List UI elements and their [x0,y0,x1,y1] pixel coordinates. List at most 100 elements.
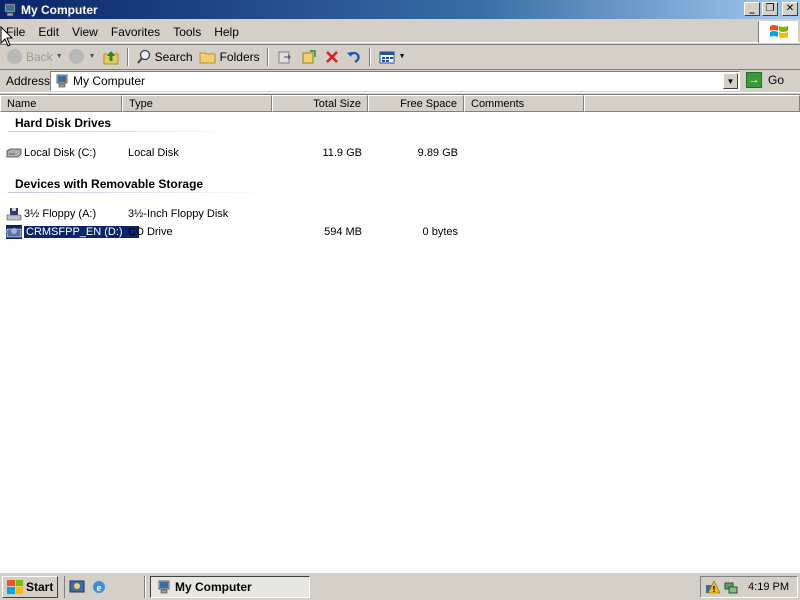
go-button[interactable]: → Go [746,72,784,88]
move-to-icon [278,51,291,63]
drive-type: 3½-Inch Floppy Disk [128,207,229,220]
start-label: Start [26,579,54,594]
undo-icon [346,51,360,63]
group-divider [8,192,272,193]
taskbar-separator [144,576,146,598]
up-button[interactable] [99,46,123,68]
task-button-my-computer[interactable]: My Computer [150,576,310,598]
toolbar-separator [266,47,269,66]
menu-favorites[interactable]: Favorites [105,25,167,39]
network-icon[interactable] [723,579,739,595]
back-dropdown-icon[interactable]: ▼ [56,53,63,60]
drive-row-d[interactable]: CRMSFPP_EN (D:) CD Drive 594 MB 0 bytes [4,223,564,240]
address-dropdown-button[interactable]: ▼ [723,73,738,89]
system-tray: ! 4:19 PM [700,576,798,598]
task-label: My Computer [175,580,252,594]
go-arrow-icon: → [746,72,762,88]
folder-up-icon [103,50,118,64]
file-list-view[interactable]: Name Type Total Size Free Space Comments… [0,94,800,572]
drive-total-size: 11.9 GB [322,146,362,159]
drive-total-size: 594 MB [324,225,362,238]
address-field[interactable]: My Computer ▼ [50,71,740,91]
show-desktop-icon[interactable] [69,579,85,595]
forward-dropdown-icon[interactable]: ▼ [89,53,96,60]
mouse-cursor-icon [0,26,14,47]
forward-button[interactable]: ▼ [66,46,99,68]
windows-logo-icon [758,21,798,43]
drive-free-space: 9.89 GB [417,146,458,159]
explorer-window: My Computer _ ❐ ✕ File Edit View Favorit… [0,0,800,572]
restore-button[interactable]: ❐ [762,2,778,16]
toolbar-separator [126,47,129,66]
delete-button[interactable] [321,46,343,68]
menu-tools[interactable]: Tools [167,25,208,39]
folders-label: Folders [219,49,260,64]
cd-drive-icon [6,224,22,239]
copy-to-button[interactable] [297,46,321,68]
drive-type: Local Disk [128,146,179,159]
standard-toolbar: Back ▼ ▼ Search Folders ▼ [0,44,800,68]
drive-free-space: 0 bytes [422,225,458,238]
svg-text:!: ! [712,585,716,594]
minimize-button[interactable]: _ [744,2,760,16]
column-header-filler [584,95,800,112]
address-value: My Computer [73,74,146,88]
column-header-type[interactable]: Type [122,95,272,112]
address-bar: Address My Computer ▼ → Go [0,69,800,93]
menu-edit[interactable]: Edit [32,25,66,39]
quick-launch: e [64,575,107,598]
menu-help[interactable]: Help [208,25,246,39]
menu-view[interactable]: View [66,25,105,39]
column-header-comments[interactable]: Comments [464,95,584,112]
column-header-free-space[interactable]: Free Space [368,95,464,112]
folders-button[interactable]: Folders [196,46,263,68]
restore-icon: ❐ [765,3,775,14]
column-header-name[interactable]: Name [0,95,122,112]
window-controls: _ ❐ ✕ [744,2,798,16]
drive-row-c[interactable]: Local Disk (C:) Local Disk 11.9 GB 9.89 … [4,144,564,161]
close-icon: ✕ [785,3,795,14]
undo-button[interactable] [343,46,365,68]
drive-row-a[interactable]: 3½ Floppy (A:) 3½-Inch Floppy Disk [4,205,564,222]
title-bar[interactable]: My Computer _ ❐ ✕ [0,0,800,19]
chevron-down-icon: ▼ [726,76,735,86]
back-arrow-icon [7,49,22,64]
my-computer-icon [4,3,16,16]
views-button[interactable]: ▼ [375,46,409,68]
start-button[interactable]: Start [2,575,59,598]
clock[interactable]: 4:19 PM [748,581,789,593]
group-title-hard-disks: Hard Disk Drives [15,116,112,130]
close-button[interactable]: ✕ [782,2,798,16]
column-header-total-size[interactable]: Total Size [272,95,368,112]
floppy-drive-icon [6,207,22,221]
internet-explorer-icon[interactable]: e [91,579,107,595]
drive-type: CD Drive [128,225,173,238]
my-computer-icon [158,580,170,594]
search-button[interactable]: Search [133,46,196,68]
column-headers: Name Type Total Size Free Space Comments [0,95,800,112]
folders-icon [199,52,215,63]
move-to-button[interactable] [273,46,297,68]
views-dropdown-icon[interactable]: ▼ [399,53,406,60]
drive-name: CRMSFPP_EN (D:) [23,224,140,239]
back-label: Back [26,49,53,64]
my-computer-icon [56,74,68,88]
toolbar-separator [368,47,371,66]
back-button[interactable]: Back ▼ [4,46,66,68]
delete-icon [325,50,338,63]
group-title-removable: Devices with Removable Storage [15,177,204,191]
hard-disk-icon [6,146,22,160]
security-alert-icon[interactable]: ! [705,579,721,595]
go-label: Go [768,73,785,87]
svg-text:e: e [97,582,102,594]
window-title: My Computer [21,2,98,17]
drive-name: Local Disk (C:) [24,146,97,159]
search-icon [136,49,150,64]
drive-name: 3½ Floppy (A:) [24,207,97,220]
forward-arrow-icon [68,49,84,64]
windows-logo-icon [7,579,23,594]
taskbar: Start e My Computer ! 4:19 PM [0,572,800,600]
minimize-icon: _ [749,3,755,14]
group-divider [8,131,240,132]
views-icon [379,51,395,63]
